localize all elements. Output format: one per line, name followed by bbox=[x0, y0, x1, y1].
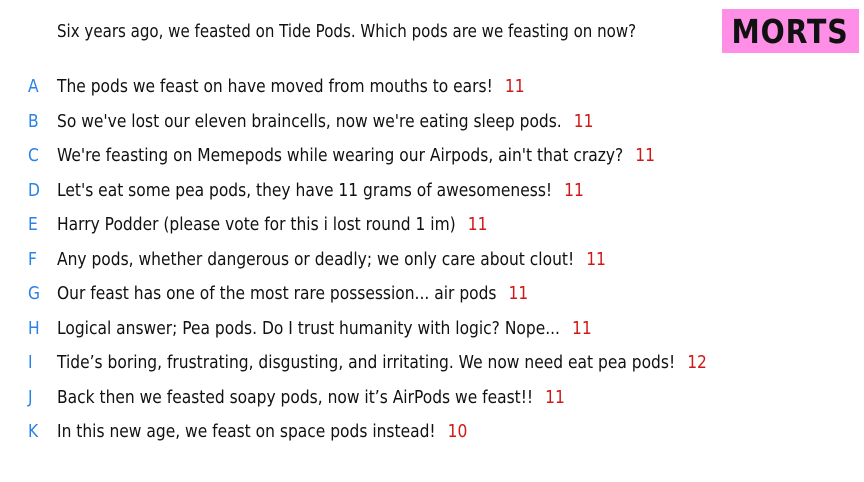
answer-row: G Our feast has one of the most rare pos… bbox=[0, 279, 864, 313]
answer-letter: J bbox=[28, 386, 33, 408]
answer-letter: E bbox=[28, 214, 38, 235]
player-name-badge: MORTS bbox=[722, 9, 859, 53]
answer-row: I Tide’s boring, frustrating, disgusting… bbox=[0, 348, 864, 382]
answer-row: C We're feasting on Memepods while weari… bbox=[0, 141, 864, 175]
answer-row: A The pods we feast on have moved from m… bbox=[0, 72, 864, 106]
answer-score: 11 bbox=[508, 283, 529, 304]
player-name-label: MORTS bbox=[731, 11, 850, 51]
answer-text: Logical answer; Pea pods. Do I trust hum… bbox=[57, 317, 560, 339]
answer-letter: G bbox=[28, 283, 40, 304]
answer-letter: C bbox=[28, 145, 39, 166]
answer-text: Tide’s boring, frustrating, disgusting, … bbox=[57, 352, 676, 373]
answer-text: In this new age, we feast on space pods … bbox=[57, 421, 436, 442]
answer-score: 11 bbox=[467, 214, 488, 235]
answer-score: 11 bbox=[572, 317, 592, 339]
answer-score: 10 bbox=[447, 421, 468, 442]
answer-letter: B bbox=[28, 110, 39, 132]
answer-text: Harry Podder (please vote for this i los… bbox=[57, 214, 456, 235]
answer-row: H Logical answer; Pea pods. Do I trust h… bbox=[0, 314, 864, 348]
answer-letter: F bbox=[28, 248, 37, 270]
answer-text: Back then we feasted soapy pods, now it’… bbox=[57, 386, 534, 408]
answer-score: 11 bbox=[635, 145, 655, 166]
answer-score: 11 bbox=[564, 179, 584, 201]
answer-row: F Any pods, whether dangerous or deadly;… bbox=[0, 245, 864, 279]
answer-row: E Harry Podder (please vote for this i l… bbox=[0, 210, 864, 244]
answer-text: So we've lost our eleven braincells, now… bbox=[57, 110, 562, 132]
answer-text: We're feasting on Memepods while wearing… bbox=[57, 145, 624, 166]
answer-row: K In this new age, we feast on space pod… bbox=[0, 417, 864, 451]
answer-letter: I bbox=[28, 352, 33, 373]
answer-score: 11 bbox=[573, 110, 594, 132]
answer-letter: D bbox=[28, 179, 40, 201]
answer-letter: K bbox=[28, 421, 39, 442]
answer-text: Let's eat some pea pods, they have 11 gr… bbox=[57, 179, 553, 201]
answer-score: 11 bbox=[586, 248, 606, 270]
answer-letter: A bbox=[28, 76, 39, 97]
answer-score: 11 bbox=[545, 386, 565, 408]
answer-text: The pods we feast on have moved from mou… bbox=[57, 76, 493, 97]
question-prompt: Six years ago, we feasted on Tide Pods. … bbox=[57, 22, 637, 42]
answer-row: B So we've lost our eleven braincells, n… bbox=[0, 107, 864, 141]
answer-row: D Let's eat some pea pods, they have 11 … bbox=[0, 176, 864, 210]
answer-score: 12 bbox=[687, 352, 707, 373]
answer-text: Our feast has one of the most rare posse… bbox=[57, 283, 497, 304]
answer-row: J Back then we feasted soapy pods, now i… bbox=[0, 383, 864, 417]
answer-letter: H bbox=[28, 317, 40, 339]
answer-text: Any pods, whether dangerous or deadly; w… bbox=[57, 248, 575, 270]
answer-score: 11 bbox=[504, 76, 525, 97]
